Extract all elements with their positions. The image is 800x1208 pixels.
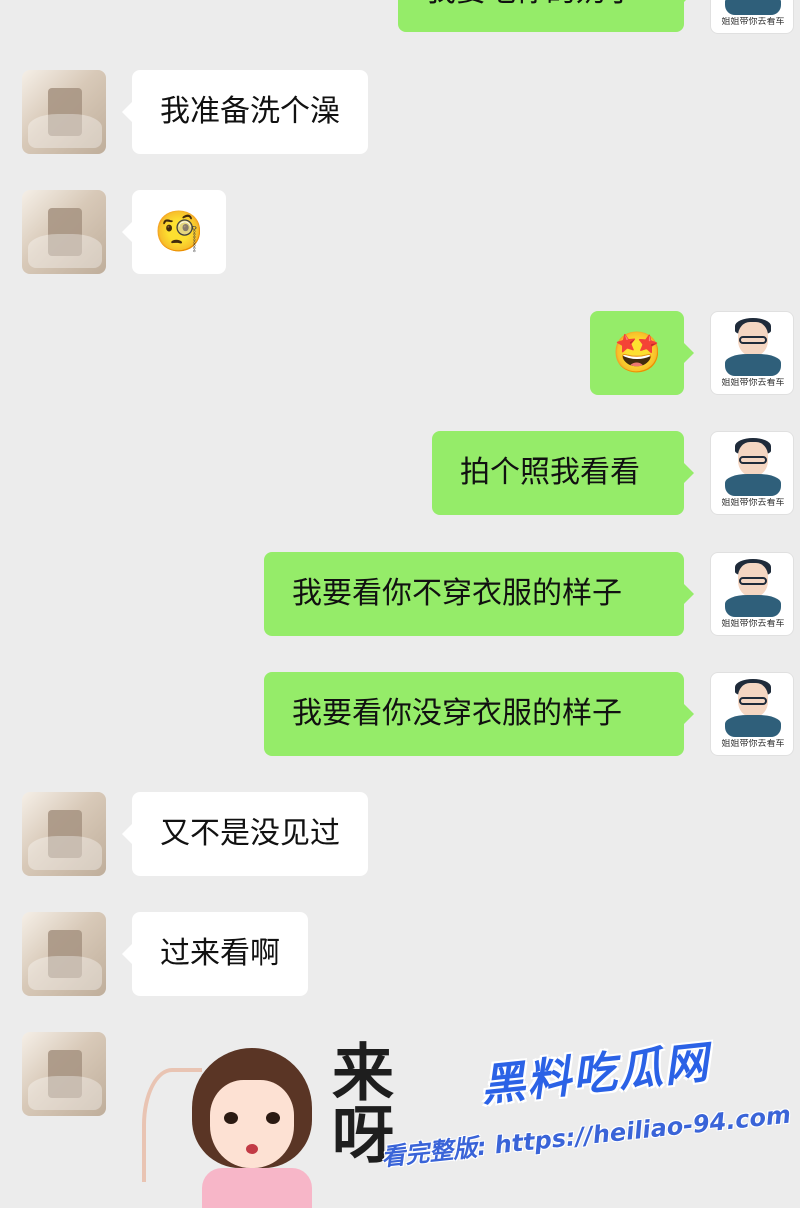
message-bubble-outgoing[interactable]: 我要吃你的奶子 <box>398 0 694 32</box>
message-bubble-outgoing[interactable]: 拍个照我看看 <box>432 431 694 515</box>
avatar-body <box>725 715 781 737</box>
message-bubble-outgoing[interactable]: 🤩 <box>590 311 694 395</box>
self-avatar[interactable]: 姐姐带你去看车 <box>710 672 794 756</box>
avatar-caption: 姐姐带你去看车 <box>721 739 785 749</box>
message-text: 我要吃你的奶子 <box>426 0 636 9</box>
sticker-character-mouth <box>246 1144 258 1154</box>
avatar-glasses <box>739 336 767 344</box>
sticker-character-face <box>210 1080 294 1168</box>
message-bubble-incoming[interactable]: 我准备洗个澡 <box>122 70 368 154</box>
contact-avatar[interactable] <box>22 70 106 154</box>
message-bubble-incoming[interactable]: 过来看啊 <box>122 912 308 996</box>
message-text: 拍个照我看看 <box>460 455 640 490</box>
message-text: 我要看你没穿衣服的样子 <box>292 696 622 731</box>
sticker-character-body <box>202 1168 312 1208</box>
sticker-character-eye <box>224 1112 238 1124</box>
sticker-character-eye <box>266 1112 280 1124</box>
contact-avatar[interactable] <box>22 1032 106 1116</box>
avatar-body <box>725 0 781 15</box>
contact-avatar[interactable] <box>22 912 106 996</box>
avatar-caption: 姐姐带你去看车 <box>721 619 785 629</box>
message-bubble-incoming[interactable]: 🧐 <box>122 190 226 274</box>
avatar-body <box>725 354 781 376</box>
avatar-body <box>725 595 781 617</box>
avatar-glasses <box>739 456 767 464</box>
self-avatar[interactable]: 姐姐带你去看车 <box>710 552 794 636</box>
avatar-caption: 姐姐带你去看车 <box>721 17 785 27</box>
contact-avatar[interactable] <box>22 190 106 274</box>
message-bubble-outgoing[interactable]: 我要看你没穿衣服的样子 <box>264 672 694 756</box>
heart-eyes-emoji: 🤩 <box>612 330 662 376</box>
avatar-shade <box>28 114 102 148</box>
avatar-body <box>725 474 781 496</box>
message-text: 我准备洗个澡 <box>160 94 340 129</box>
sticker-text: 来呀 <box>321 1040 394 1164</box>
avatar-glasses <box>739 577 767 585</box>
avatar-glasses <box>739 697 767 705</box>
self-avatar[interactable]: 姐姐带你去看车 <box>710 311 794 395</box>
sticker-message[interactable]: 来呀 <box>132 1032 552 1208</box>
avatar-shade <box>28 836 102 870</box>
self-avatar[interactable]: 姐姐带你去看车 <box>710 431 794 515</box>
chat-window: 我要吃你的奶子 姐姐带你去看车 我准备洗个澡 🧐 🤩 姐姐带你去看车 拍个照我看… <box>0 0 800 1208</box>
avatar-shade <box>28 234 102 268</box>
contact-avatar[interactable] <box>22 792 106 876</box>
message-bubble-incoming[interactable]: 又不是没见过 <box>122 792 368 876</box>
avatar-shade <box>28 956 102 990</box>
message-text: 我要看你不穿衣服的样子 <box>292 576 622 611</box>
self-avatar[interactable]: 姐姐带你去看车 <box>710 0 794 34</box>
message-text: 又不是没见过 <box>160 816 340 851</box>
avatar-caption: 姐姐带你去看车 <box>721 378 785 388</box>
thinking-face-emoji: 🧐 <box>154 209 204 255</box>
avatar-caption: 姐姐带你去看车 <box>721 498 785 508</box>
avatar-shade <box>28 1076 102 1110</box>
message-bubble-outgoing[interactable]: 我要看你不穿衣服的样子 <box>264 552 694 636</box>
message-text: 过来看啊 <box>160 936 280 971</box>
